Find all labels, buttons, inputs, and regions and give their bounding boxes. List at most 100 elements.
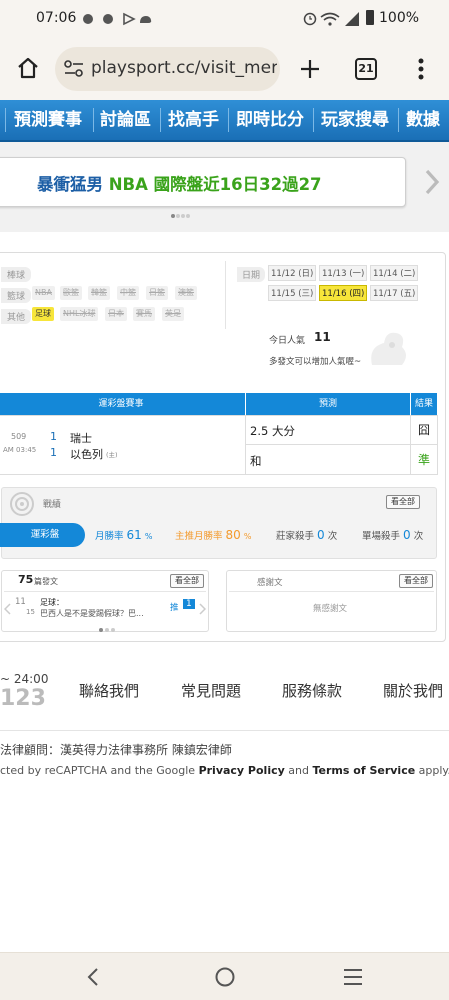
nav-item-live-score[interactable]: 即時比分 bbox=[236, 100, 304, 140]
league-euro-basketball[interactable]: 歐籃 bbox=[60, 286, 82, 300]
stat-main-value: 80 bbox=[225, 528, 241, 542]
filter-baseball[interactable]: 棒球 bbox=[1, 267, 32, 282]
filter-other-label: 其他 bbox=[1, 309, 32, 324]
footer-link-contact[interactable]: 聯絡我們 bbox=[79, 680, 139, 701]
posts-panel: 75 篇發文 看全部 11 15 足球： 巴西人是不是愛踢假球？巴... 推 1 bbox=[1, 570, 209, 632]
footer-link-faq[interactable]: 常見問題 bbox=[181, 680, 241, 701]
banner-name: 暴衝猛男 bbox=[37, 175, 103, 194]
footer-links: ~ 24:00 123 聯絡我們 常見問題 服務條款 關於我們 bbox=[0, 668, 449, 728]
thanks-divider bbox=[229, 591, 434, 592]
url-text[interactable]: playsport.cc/visit_mer bbox=[91, 58, 277, 78]
league-nba[interactable]: NBA bbox=[32, 286, 55, 300]
new-tab-icon[interactable] bbox=[299, 58, 321, 80]
footer-divider bbox=[0, 730, 449, 731]
nav-item-forum[interactable]: 討論區 bbox=[100, 100, 151, 140]
banner-record: NBA 國際盤近16日32過27 bbox=[108, 175, 322, 194]
nav-divider bbox=[228, 108, 229, 132]
league-china-basketball[interactable]: 中籃 bbox=[117, 286, 139, 300]
post-category: 足球： bbox=[40, 598, 64, 607]
league-korea-basketball[interactable]: 韓籃 bbox=[88, 286, 110, 300]
mascot-watermark-icon bbox=[371, 332, 406, 365]
date-option[interactable]: 11/15 (三) bbox=[268, 285, 317, 301]
thanks-view-all-button[interactable]: 看全部 bbox=[399, 574, 433, 588]
date-option[interactable]: 11/13 (一) bbox=[319, 265, 368, 281]
stat-single-killer: 單場殺手 0 次 bbox=[362, 523, 423, 547]
prediction-cell: 2.5 大分 bbox=[245, 415, 411, 445]
league-aus-basketball[interactable]: 澳籃 bbox=[175, 286, 197, 300]
privacy-policy-link[interactable]: Privacy Policy bbox=[199, 764, 285, 777]
date-label: 日期 bbox=[237, 267, 266, 282]
game-time: AM 03:45 bbox=[3, 446, 37, 454]
site-settings-icon[interactable] bbox=[64, 60, 84, 78]
system-icons bbox=[303, 12, 359, 26]
stat-monthly: 月勝率 61 % bbox=[95, 523, 152, 547]
result-2: 準 bbox=[410, 444, 438, 475]
nav-divider bbox=[313, 108, 314, 132]
carousel-dots bbox=[171, 214, 190, 218]
record-view-all-button[interactable]: 看全部 bbox=[386, 495, 420, 509]
service-hours: ~ 24:00 bbox=[0, 672, 49, 686]
col-header-game: 運彩盤賽事 bbox=[0, 393, 245, 415]
stat-monthly-pct: % bbox=[144, 532, 153, 541]
no-thanks-text: 無感謝文 bbox=[313, 604, 348, 614]
nav-item-data[interactable]: 數據 bbox=[406, 100, 440, 140]
stat-monthly-label: 月勝率 bbox=[95, 531, 124, 542]
home-icon[interactable] bbox=[16, 56, 40, 80]
nav-item-experts[interactable]: 找高手 bbox=[168, 100, 219, 140]
terms-of-service-link[interactable]: Terms of Service bbox=[313, 764, 416, 777]
post-title[interactable]: 巴西人是不是愛踢假球？巴... bbox=[40, 608, 144, 619]
posts-label: 篇發文 bbox=[34, 577, 58, 586]
tab-switcher-button[interactable]: 21 bbox=[355, 58, 377, 80]
recents-icon[interactable] bbox=[343, 968, 363, 986]
posts-view-all-button[interactable]: 看全部 bbox=[170, 574, 204, 588]
col-header-result: 結果 bbox=[411, 393, 437, 415]
record-title: 戰績 bbox=[43, 500, 62, 510]
legal-advisor: 法律顧問：漢英得力法律事務所 陳鎮宏律師 bbox=[0, 743, 232, 757]
stat-single-value: 0 bbox=[403, 528, 411, 542]
banner-area: 暴衝猛男 NBA 國際盤近16日32過27 bbox=[0, 142, 449, 232]
league-japan[interactable]: 日本 bbox=[105, 307, 127, 321]
nav-divider bbox=[5, 108, 6, 132]
home-marker: (主) bbox=[106, 451, 118, 459]
recaptcha-prefix: cted by reCAPTCHA and the Google bbox=[0, 764, 196, 777]
footer-link-terms[interactable]: 服務條款 bbox=[282, 680, 342, 701]
team2-name: 以色列 bbox=[70, 448, 103, 461]
date-option[interactable]: 11/17 (五) bbox=[370, 285, 419, 301]
league-nhl[interactable]: NHL冰球 bbox=[60, 307, 99, 321]
status-bar: 07:06 100% bbox=[0, 0, 449, 38]
phone-number: 123 bbox=[0, 686, 46, 711]
banner-next-icon[interactable] bbox=[424, 168, 440, 196]
date-option-selected[interactable]: 11/16 (四) bbox=[319, 285, 368, 301]
prediction-1: 2.5 大分 bbox=[250, 424, 295, 438]
footer-link-about[interactable]: 關於我們 bbox=[383, 680, 443, 701]
nav-item-player-search[interactable]: 玩家搜尋 bbox=[321, 100, 389, 140]
date-option[interactable]: 11/12 (日) bbox=[268, 265, 317, 281]
back-icon[interactable] bbox=[86, 967, 100, 987]
posts-divider bbox=[4, 591, 206, 592]
nav-divider bbox=[398, 108, 399, 132]
league-japan-basketball[interactable]: 日籃 bbox=[146, 286, 168, 300]
league-horse-racing[interactable]: 賽馬 bbox=[133, 307, 155, 321]
record-tab-lottery[interactable]: 運彩盤 bbox=[0, 523, 85, 547]
posts-prev-icon[interactable] bbox=[4, 603, 12, 615]
filter-basketball-label: 籃球 bbox=[1, 288, 32, 303]
posts-next-icon[interactable] bbox=[198, 603, 206, 615]
promo-banner[interactable]: 暴衝猛男 NBA 國際盤近16日32過27 bbox=[0, 157, 406, 207]
nav-item-predict[interactable]: 預測賽事 bbox=[14, 100, 82, 140]
league-premier-league[interactable]: 英足 bbox=[162, 307, 184, 321]
team1-name: 瑞士 bbox=[70, 432, 92, 445]
stat-monthly-value: 61 bbox=[126, 528, 142, 542]
target-icon bbox=[10, 492, 34, 516]
stat-dealer-label: 莊家殺手 bbox=[276, 531, 315, 542]
more-options-icon[interactable] bbox=[417, 57, 425, 81]
home-circle-icon[interactable] bbox=[214, 966, 236, 988]
address-bar[interactable]: playsport.cc/visit_mer bbox=[55, 47, 280, 91]
tab-count: 21 bbox=[358, 62, 374, 75]
notification-icons bbox=[83, 12, 152, 26]
league-soccer[interactable]: 足球 bbox=[32, 307, 54, 321]
thanks-title: 感謝文 bbox=[257, 578, 283, 588]
date-option[interactable]: 11/14 (二) bbox=[370, 265, 419, 281]
browser-toolbar: playsport.cc/visit_mer 21 bbox=[0, 38, 449, 100]
col-header-prediction: 預測 bbox=[246, 393, 410, 415]
recaptcha-and: and bbox=[288, 764, 309, 777]
